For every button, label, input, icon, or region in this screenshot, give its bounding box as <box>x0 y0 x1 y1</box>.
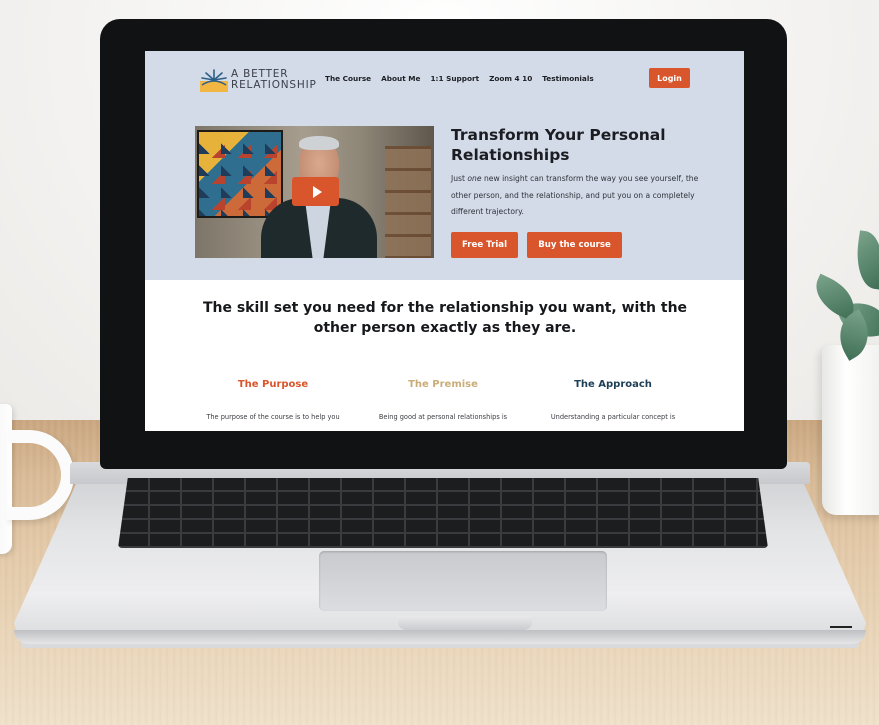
nav-item-the-course[interactable]: The Course <box>325 74 371 86</box>
logo-wordmark: A BETTER RELATIONSHIP <box>231 69 317 91</box>
intro-video[interactable] <box>195 126 434 258</box>
premise-text: Being good at personal relationships is <box>378 413 508 421</box>
hero-body-prefix: Just <box>451 174 468 183</box>
approach-text: Understanding a particular concept is <box>550 413 676 421</box>
trackpad <box>319 551 607 611</box>
play-icon <box>312 185 322 198</box>
video-presenter-hair <box>299 136 339 150</box>
video-bookshelf <box>385 146 431 258</box>
main-nav: The Course About Me 1:1 Support Zoom 4 1… <box>325 74 594 86</box>
nav-item-support[interactable]: 1:1 Support <box>430 74 479 86</box>
site-logo[interactable]: A BETTER RELATIONSHIP <box>199 65 319 95</box>
free-trial-button[interactable]: Free Trial <box>451 232 518 258</box>
hero-body-emphasis: one <box>467 174 482 183</box>
premise-heading: The Premise <box>408 379 478 390</box>
nav-item-zoom[interactable]: Zoom 4 10 <box>489 74 532 86</box>
nav-item-about-me[interactable]: About Me <box>381 74 420 86</box>
hero-section: A BETTER RELATIONSHIP The Course About M… <box>145 51 744 280</box>
logo-sunrise-icon <box>200 69 228 92</box>
section-headline: The skill set you need for the relations… <box>202 300 688 336</box>
laptop-screen: A BETTER RELATIONSHIP The Course About M… <box>145 51 744 431</box>
laptop-base-edge <box>14 630 866 644</box>
video-play-button[interactable] <box>292 177 339 206</box>
hero-body-suffix: new insight can transform the way you se… <box>451 174 699 216</box>
purpose-heading: The Purpose <box>237 379 309 390</box>
video-painting <box>197 130 283 218</box>
buy-course-button[interactable]: Buy the course <box>527 232 622 258</box>
lid-notch <box>398 616 532 630</box>
status-led <box>830 626 852 628</box>
plant-pot <box>822 345 879 515</box>
approach-heading: The Approach <box>574 379 652 390</box>
hero-description: Just one new insight can transform the w… <box>451 171 701 221</box>
logo-line-2: RELATIONSHIP <box>231 79 317 91</box>
hero-title: Transform Your Personal Relationships <box>451 126 666 164</box>
login-button[interactable]: Login <box>649 68 690 88</box>
nav-item-testimonials[interactable]: Testimonials <box>542 74 593 86</box>
purpose-text: The purpose of the course is to help you <box>206 413 340 421</box>
keyboard <box>118 478 768 548</box>
